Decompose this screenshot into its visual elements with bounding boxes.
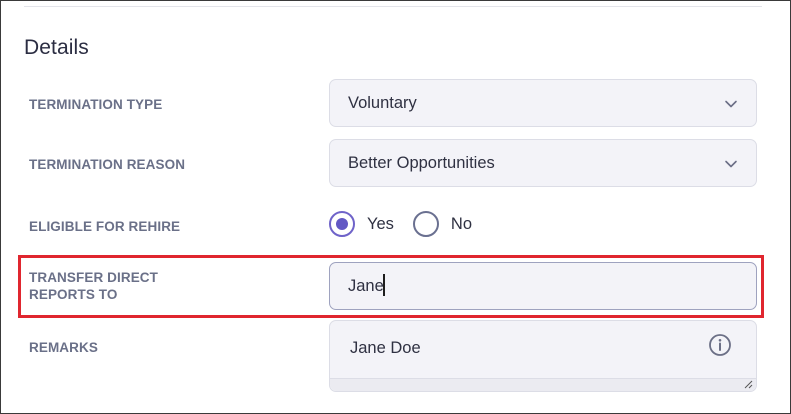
termination-type-select[interactable]: Voluntary bbox=[329, 79, 757, 127]
rehire-no-radio[interactable] bbox=[412, 211, 439, 237]
remarks-value: Jane Doe bbox=[350, 339, 421, 357]
rehire-yes-radio[interactable] bbox=[329, 211, 355, 237]
termination-type-value: Voluntary bbox=[348, 94, 417, 112]
remarks-label: REMARKS bbox=[29, 340, 98, 355]
termination-type-label: TERMINATION TYPE bbox=[29, 97, 163, 112]
textarea-footer bbox=[330, 378, 756, 391]
termination-reason-label: TERMINATION REASON bbox=[29, 157, 186, 172]
remarks-textarea[interactable]: Jane Doe bbox=[329, 320, 757, 392]
section-title: Details bbox=[24, 36, 89, 59]
radio-selected-dot bbox=[336, 218, 348, 230]
eligible-for-rehire-radio-group: Yes No bbox=[329, 210, 472, 238]
info-icon[interactable] bbox=[708, 333, 732, 357]
termination-reason-select[interactable]: Better Opportunities bbox=[329, 139, 757, 187]
rehire-yes-option[interactable]: Yes bbox=[329, 211, 394, 237]
chevron-down-icon bbox=[725, 100, 737, 108]
chevron-down-icon bbox=[725, 160, 737, 168]
eligible-for-rehire-label: ELIGIBLE FOR REHIRE bbox=[29, 219, 181, 234]
rehire-no-label: No bbox=[450, 214, 473, 233]
rehire-yes-label: Yes bbox=[367, 214, 394, 233]
top-divider bbox=[24, 6, 762, 7]
termination-reason-value: Better Opportunities bbox=[348, 154, 495, 172]
highlight-box bbox=[18, 255, 764, 318]
rehire-no-option[interactable]: No bbox=[412, 211, 473, 237]
resize-handle-icon[interactable] bbox=[743, 379, 753, 389]
